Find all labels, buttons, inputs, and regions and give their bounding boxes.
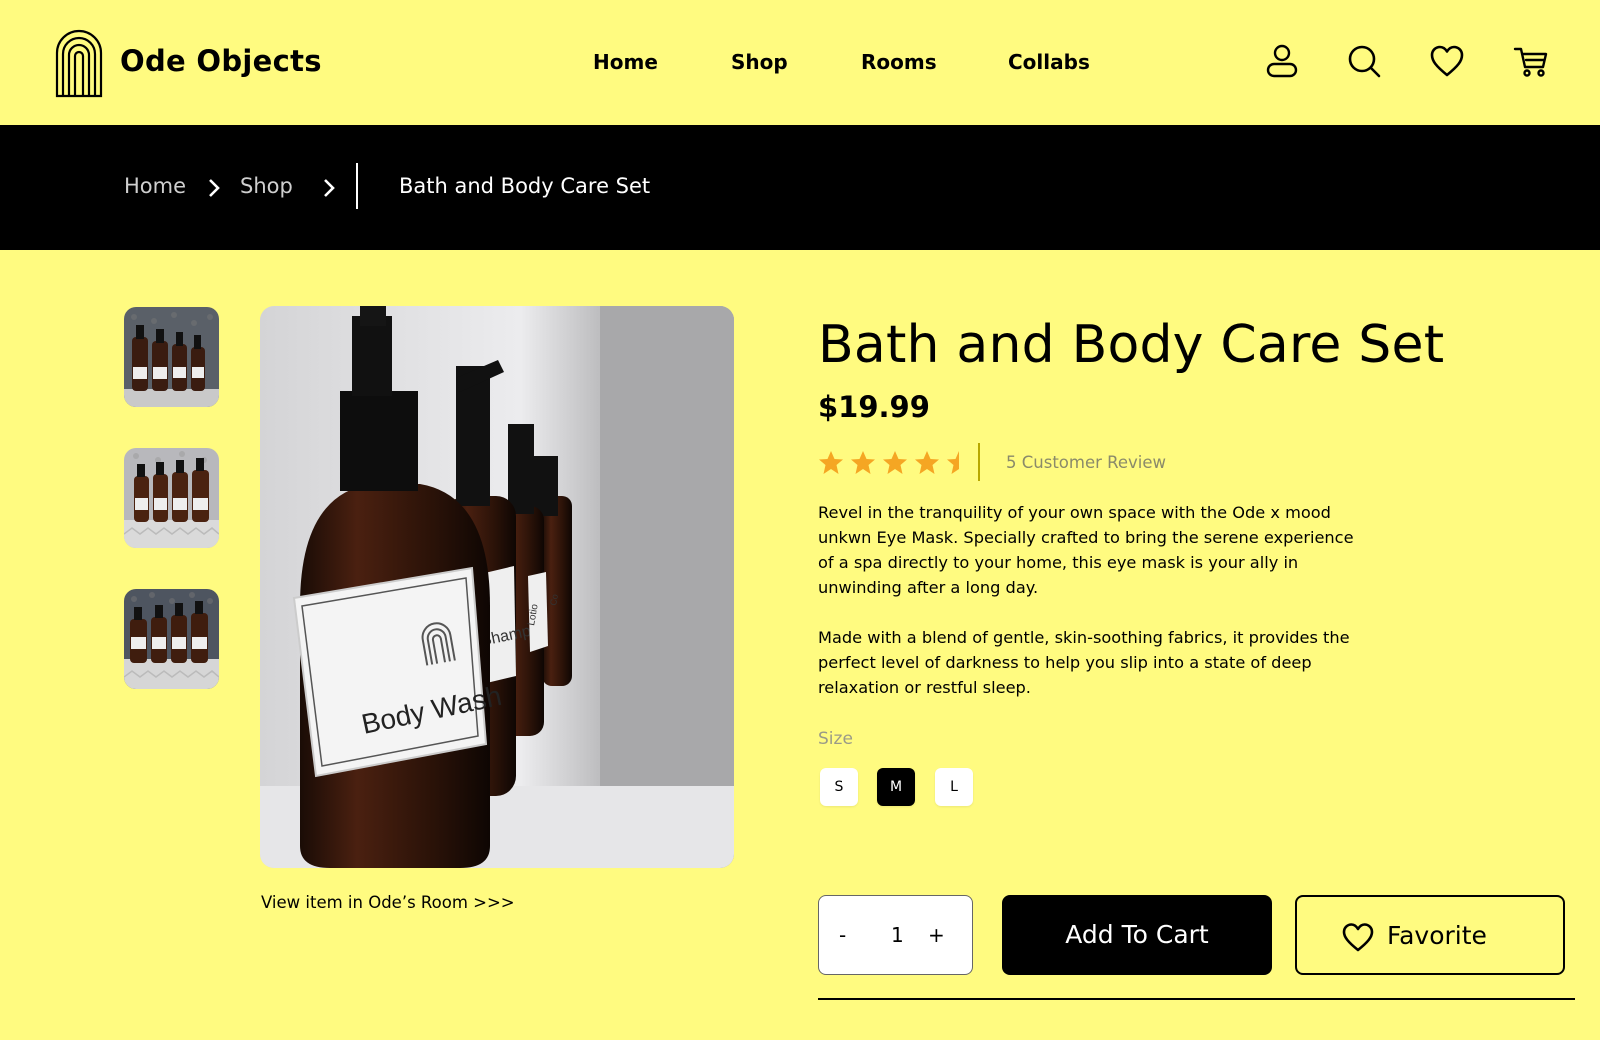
quantity-increase-button[interactable]: + [928, 923, 945, 947]
star-icon [915, 451, 939, 474]
breadcrumb: Home Shop Bath and Body Care Set [0, 125, 1600, 250]
search-icon[interactable] [1345, 42, 1383, 80]
breadcrumb-shop[interactable]: Shop [240, 174, 293, 198]
breadcrumb-current: Bath and Body Care Set [399, 174, 651, 198]
logo-icon[interactable] [54, 28, 104, 98]
cart-icon[interactable] [1512, 42, 1550, 80]
favorite-label: Favorite [1387, 921, 1487, 950]
breadcrumb-home[interactable]: Home [124, 174, 186, 198]
thumbnail-1[interactable] [124, 307, 219, 407]
nav-shop[interactable]: Shop [731, 50, 788, 74]
brand-name[interactable]: Ode Objects [120, 44, 322, 78]
nav-collabs[interactable]: Collabs [1008, 50, 1090, 74]
site-header: Ode Objects Home Shop Rooms Collabs [0, 0, 1600, 125]
svg-text:Co: Co [548, 593, 560, 606]
star-icon [819, 451, 843, 474]
quantity-value[interactable]: 1 [891, 923, 904, 947]
product-description-2: Made with a blend of gentle, skin-soothi… [818, 628, 1350, 697]
product-title: Bath and Body Care Set [818, 315, 1445, 375]
thumbnail-2[interactable] [124, 448, 219, 548]
view-room-link[interactable]: View item in Ode’s Room >>> [261, 893, 515, 912]
size-label: Size [818, 729, 853, 749]
size-option-s[interactable]: S [820, 768, 858, 806]
nav-home[interactable]: Home [593, 50, 658, 74]
rating-divider [978, 443, 980, 481]
half-star-icon [947, 451, 959, 474]
product-main-image: Shampo Lotio Co Body Wash [260, 306, 734, 868]
thumbnail-3[interactable] [124, 589, 219, 689]
favorite-button[interactable]: Favorite [1295, 895, 1565, 975]
star-icon [883, 451, 907, 474]
user-icon[interactable] [1263, 42, 1301, 80]
chevron-right-icon [324, 179, 335, 197]
nav-rooms[interactable]: Rooms [861, 50, 937, 74]
product-description-1: Revel in the tranquility of your own spa… [818, 503, 1354, 597]
add-to-cart-button[interactable]: Add To Cart [1002, 895, 1272, 975]
quantity-stepper: - 1 + [818, 895, 973, 975]
heart-icon [1342, 923, 1374, 952]
product-price: $19.99 [818, 390, 930, 424]
review-count[interactable]: 5 Customer Review [1006, 453, 1166, 472]
chevron-right-icon [209, 179, 220, 197]
size-option-m[interactable]: M [877, 768, 915, 806]
quantity-decrease-button[interactable]: - [839, 923, 846, 947]
size-option-l[interactable]: L [935, 768, 973, 806]
heart-icon[interactable] [1428, 42, 1466, 80]
divider-line [818, 998, 1575, 1000]
star-icon [851, 451, 875, 474]
breadcrumb-divider [356, 163, 358, 209]
